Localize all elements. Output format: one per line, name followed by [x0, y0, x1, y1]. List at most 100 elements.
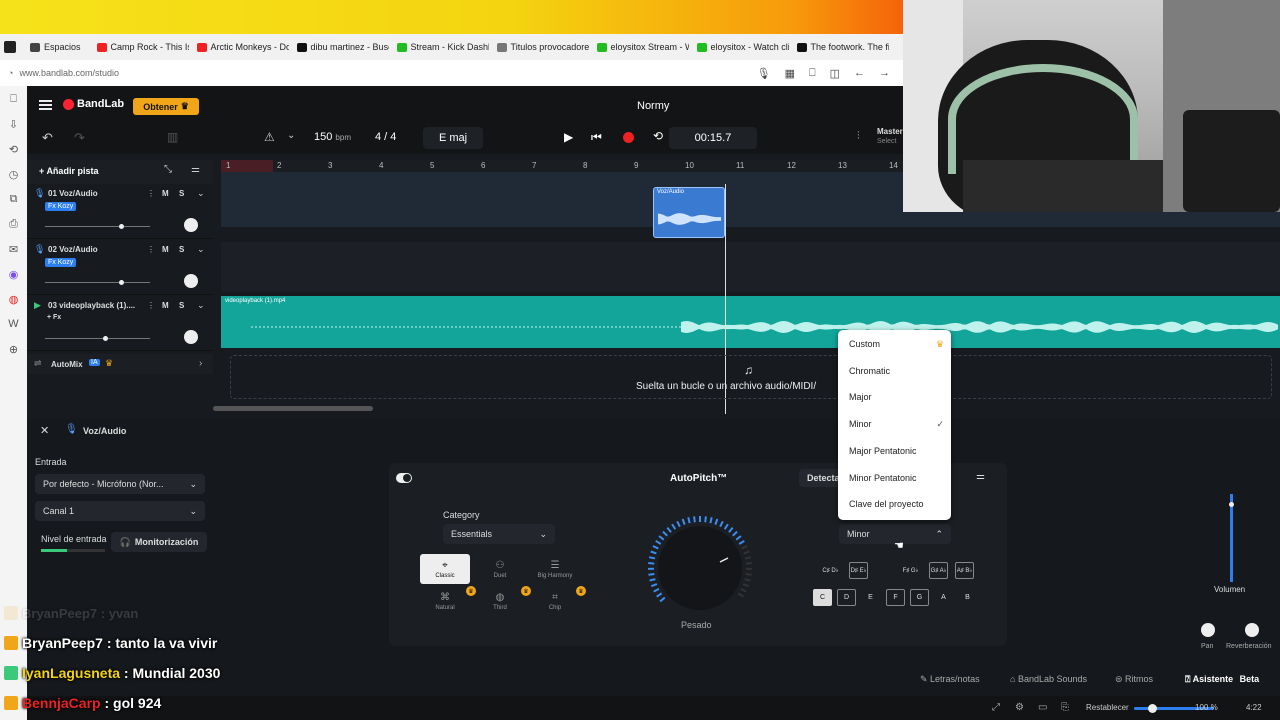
screenshot-icon[interactable]: ⤢ [992, 702, 1000, 713]
bookmark-item[interactable]: eloysitox Stream - Wa [589, 42, 689, 52]
volume-slider[interactable] [45, 338, 150, 339]
track-options-icon[interactable]: ⋮ [147, 245, 155, 254]
metronome-chevron-icon[interactable]: ⌄ [287, 130, 295, 141]
scale-menu-item[interactable]: Major Pentatonic [849, 443, 944, 459]
fx-button[interactable]: + Fx [47, 314, 61, 321]
solo-button[interactable]: S [179, 245, 184, 254]
category-option[interactable]: ⌗ Chip ♛ [530, 586, 586, 616]
key-natural[interactable]: A [934, 589, 953, 606]
volume-slider[interactable] [45, 282, 150, 283]
mute-button[interactable]: M [162, 189, 169, 198]
play-icon[interactable]: ▶ [564, 130, 573, 144]
track-header[interactable]: 🎙 01 Voz/Audio Fx Kozy ⋮ M S ⌄ [27, 185, 213, 239]
loop-icon[interactable]: ⟲ [653, 129, 663, 143]
back-icon[interactable]: ← [854, 67, 865, 80]
fx-button[interactable]: Fx Kozy [45, 258, 77, 267]
key-natural[interactable]: E [861, 589, 880, 606]
bookmark-item[interactable]: Espacios [22, 42, 89, 52]
history-icon[interactable]: ⟲ [7, 142, 21, 156]
project-title[interactable]: Normy [637, 100, 669, 112]
key-sharp[interactable]: A♯ B♭ [955, 562, 974, 579]
key-natural[interactable]: D [837, 589, 856, 606]
pan-knob[interactable] [184, 274, 198, 288]
vivaldi-icon[interactable]: ◍ [7, 292, 21, 306]
volume-slider[interactable] [45, 226, 150, 227]
chevron-down-icon[interactable]: ⌄ [197, 300, 205, 311]
undo-icon[interactable]: ↶ [42, 130, 53, 146]
print-icon[interactable]: ⎙ [7, 217, 21, 231]
category-option[interactable]: ◍ Third ♛ [475, 586, 531, 616]
key-natural[interactable]: F [886, 589, 905, 606]
key-natural[interactable]: C [813, 589, 832, 606]
category-option[interactable]: ⌖ Classic [420, 554, 470, 584]
tab-rhythms[interactable]: ⊜ Ritmos [1115, 674, 1153, 685]
pan-knob[interactable] [184, 330, 198, 344]
scale-menu-item[interactable]: Minor Pentatonic [849, 470, 944, 486]
key-natural[interactable]: B [958, 589, 977, 606]
url-text[interactable]: www.bandlab.com/studio [19, 68, 750, 78]
panel-toggle-icon[interactable]: ◫ [830, 67, 840, 80]
mute-button[interactable]: M [162, 245, 169, 254]
horizontal-scrollbar[interactable] [213, 406, 373, 411]
key-natural[interactable]: G [910, 589, 929, 606]
solo-button[interactable]: S [179, 301, 184, 310]
automix-row[interactable]: ⇌ AutoMix IA ♛ › [27, 354, 213, 374]
scale-menu-item[interactable]: Minor ✓ [849, 416, 944, 432]
track-options-icon[interactable]: ⋮ [147, 301, 155, 310]
bookmark-page-icon[interactable]: ⎕ [809, 67, 816, 80]
site-info-icon[interactable]: ◔ [8, 68, 13, 78]
capture-icon[interactable]: ⚙ [1015, 702, 1024, 713]
track-name[interactable]: 02 Voz/Audio [48, 245, 98, 254]
track-name[interactable]: 03 videoplayback (1).... [48, 301, 135, 310]
monitoring-button[interactable]: 🎧 Monitorización [111, 532, 207, 552]
reset-icon[interactable]: ⎘ [1061, 702, 1069, 713]
reader-icon[interactable]: ▦ [785, 67, 795, 80]
time-signature[interactable]: 4 / 4 [375, 131, 396, 143]
bookmark-item[interactable]: eloysitox - Watch clip [689, 42, 789, 52]
download-icon[interactable]: ⇩ [7, 117, 21, 131]
category-option[interactable]: ☰ Big Harmony [530, 554, 580, 584]
track-options-icon[interactable]: ⋮ [147, 189, 155, 198]
key-selector[interactable]: E maj [423, 127, 483, 149]
lane-2[interactable] [221, 242, 1280, 292]
master-settings-icon[interactable]: ⫶ [857, 130, 860, 143]
chevron-down-icon[interactable]: ⌄ [197, 188, 205, 199]
bookmark-item[interactable]: Titulos provocadores [489, 42, 589, 52]
scale-menu-item[interactable]: Major [849, 389, 944, 405]
chevron-down-icon[interactable]: ⌄ [197, 244, 205, 255]
drop-zone[interactable]: ♫ Suelta un bucle o un archivo audio/MID… [230, 355, 1272, 399]
amount-knob[interactable] [645, 513, 755, 623]
reverb-knob[interactable] [1245, 623, 1259, 637]
bpm-value[interactable]: 150 bpm [314, 131, 351, 143]
fx-button[interactable]: Fx Kozy [45, 202, 77, 211]
scale-menu-item[interactable]: Custom ♛ [849, 336, 944, 352]
tab-lyrics[interactable]: ✎ Letras/notas [920, 674, 980, 685]
filter-icon[interactable]: ⚌ [191, 164, 200, 175]
mixer-icon[interactable]: ▥ [167, 130, 178, 144]
bookmark-item[interactable]: dibu martinez - Busca [289, 42, 389, 52]
window-icon[interactable]: ▭ [1038, 702, 1047, 713]
reset-zoom-label[interactable]: Restablecer [1086, 703, 1129, 712]
bookmark-item[interactable]: The footwork. The fi [789, 42, 889, 52]
key-sharp[interactable]: D♯ E♭ [849, 562, 868, 579]
input-device-select[interactable]: Por defecto - Micrófono (Nor... ⌄ [35, 474, 205, 494]
autopitch-toggle[interactable] [396, 473, 412, 483]
wikipedia-icon[interactable]: W [7, 317, 21, 331]
category-select[interactable]: Essentials ⌄ [443, 524, 555, 544]
upgrade-button[interactable]: Obtener ♛ [133, 98, 199, 115]
bookmark-item[interactable]: Stream - Kick Dashbo [389, 42, 489, 52]
volume-slider-handle[interactable] [102, 336, 108, 341]
add-icon[interactable]: ⊕ [7, 342, 21, 356]
volume-fader[interactable] [1229, 494, 1234, 582]
metronome-icon[interactable]: ⚠ [264, 130, 275, 144]
key-sharp[interactable]: G♯ A♭ [929, 562, 948, 579]
tab-bandlab-sounds[interactable]: ⌂ BandLab Sounds [1010, 674, 1087, 684]
bookmark-item[interactable]: Arctic Monkeys - Do I [189, 42, 289, 52]
wand-icon[interactable]: ⤡ [164, 164, 172, 175]
solo-button[interactable]: S [179, 189, 184, 198]
forward-icon[interactable]: → [879, 67, 890, 80]
puzzle-icon[interactable]: ⧉ [7, 192, 21, 206]
key-sharp[interactable]: F♯ G♭ [901, 562, 920, 579]
record-icon[interactable] [623, 132, 634, 143]
volume-slider-handle[interactable] [118, 224, 124, 229]
